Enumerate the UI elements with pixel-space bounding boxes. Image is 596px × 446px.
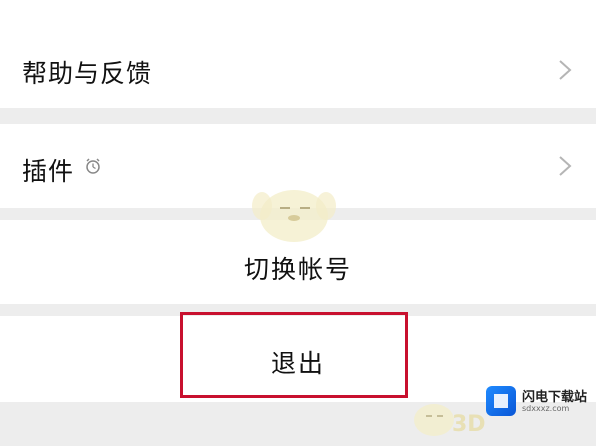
plugins-row[interactable]: 插件 (0, 124, 596, 208)
help-feedback-label: 帮助与反馈 (22, 59, 153, 88)
chevron-right-icon (559, 156, 572, 176)
help-feedback-row[interactable]: 帮助与反馈 (0, 0, 596, 108)
plugins-label: 插件 (22, 157, 75, 186)
logout-label: 退出 (270, 349, 325, 378)
brand-url: sdxxxz.com (522, 404, 570, 413)
chevron-right-icon (559, 60, 572, 80)
switch-account-label: 切换帐号 (243, 255, 352, 284)
brand-logo-icon (486, 386, 516, 416)
alarm-clock-icon (86, 158, 100, 174)
switch-account-button[interactable]: 切换帐号 (0, 220, 596, 304)
brand-name: 闪电下载站 (522, 390, 588, 405)
watermark-3d-text: 3D (452, 412, 486, 437)
